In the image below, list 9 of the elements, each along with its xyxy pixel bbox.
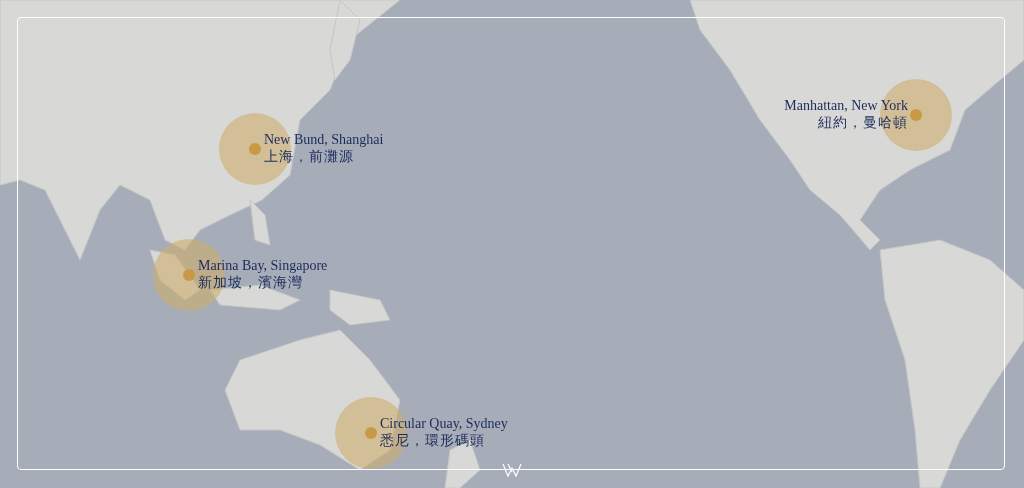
location-name: Manhattan, New York (784, 97, 908, 114)
location-local-name: 新加坡，濱海灣 (198, 274, 303, 291)
logo-icon[interactable] (502, 462, 522, 478)
location-name: New Bund, Shanghai (264, 131, 384, 148)
location-local-name: 上海，前灘源 (264, 148, 354, 165)
location-name: Marina Bay, Singapore (198, 257, 328, 274)
location-local-name: 紐約，曼哈頓 (818, 114, 908, 131)
location-name: Circular Quay, Sydney (380, 415, 508, 432)
location-local-name: 悉尼，環形碼頭 (380, 432, 485, 449)
